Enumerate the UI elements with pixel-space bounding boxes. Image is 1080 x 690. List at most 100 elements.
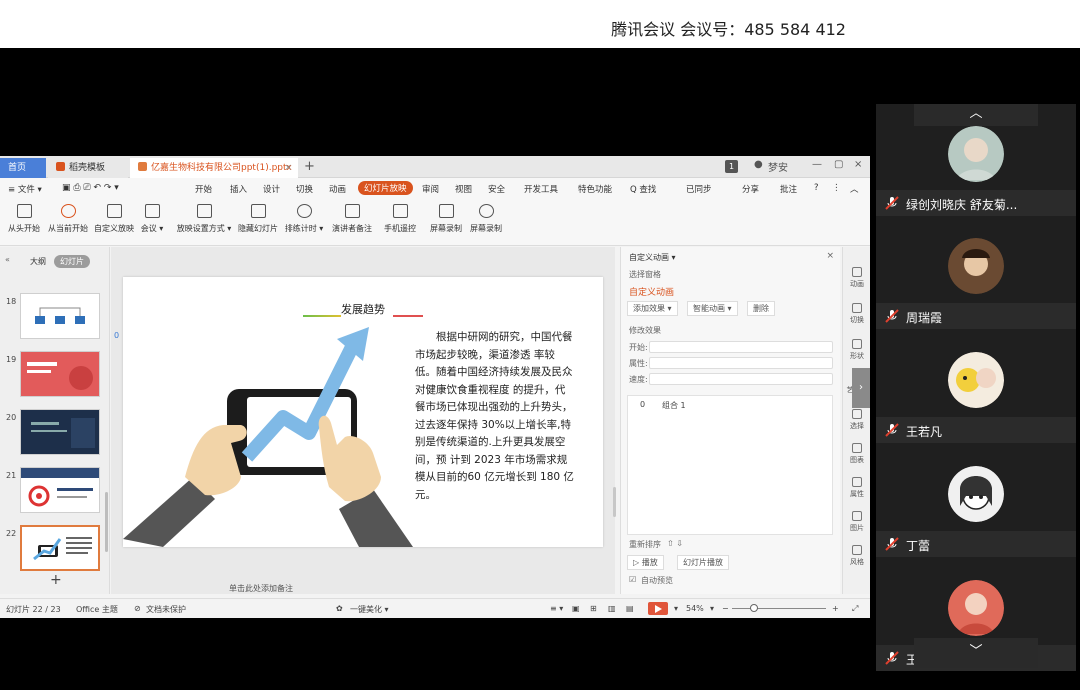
menu-slideshow[interactable]: 幻灯片放映 <box>358 181 413 195</box>
play-button[interactable]: ▷ 播放 <box>627 555 664 570</box>
beautify-button[interactable]: 一键美化 ▾ <box>350 604 389 615</box>
slide-thumbnail-18[interactable] <box>20 293 100 339</box>
meeting-title: 腾讯会议 会议号：485 584 412 <box>611 20 846 39</box>
slide-thumbnail-21[interactable] <box>20 467 100 513</box>
notes-placeholder[interactable]: 单击此处添加备注 <box>229 583 293 594</box>
menu-animation[interactable]: 动画 <box>329 183 346 195</box>
tab-slides[interactable]: 幻灯片 <box>54 255 90 268</box>
menu-design[interactable]: 设计 <box>263 183 280 195</box>
user-avatar-icon[interactable]: ● <box>754 159 763 170</box>
normal-view-icon[interactable]: ▣ <box>572 604 580 613</box>
side-animation[interactable]: 动画 <box>843 267 870 289</box>
zoom-level[interactable]: 54% <box>686 604 704 613</box>
comment-button[interactable]: 批注 <box>780 183 797 195</box>
tab-outline[interactable]: 大纲 <box>30 257 46 266</box>
select-pane-link[interactable]: 选择窗格 <box>629 269 661 280</box>
menu-review[interactable]: 审阅 <box>422 183 439 195</box>
add-slide-button[interactable]: + <box>50 572 62 588</box>
add-effect-button[interactable]: 添加效果 ▾ <box>627 301 678 316</box>
menu-security[interactable]: 安全 <box>488 183 505 195</box>
custom-show-icon <box>106 204 122 218</box>
save-icon[interactable]: ▣ ⎙ ⎚ ↶ ↷ ▾ <box>62 183 119 193</box>
slide-thumbnail-19[interactable] <box>20 351 100 397</box>
tab-home[interactable]: 首页 <box>0 158 46 178</box>
pane-close-icon[interactable]: × <box>826 251 834 261</box>
tab-docer[interactable]: 稻壳模板 <box>48 158 128 178</box>
menu-home[interactable]: 开始 <box>195 183 212 195</box>
start-select[interactable] <box>649 341 833 353</box>
reading-view-icon[interactable]: ▥ <box>608 604 616 613</box>
participant-card[interactable]: 王若凡 <box>876 332 1076 444</box>
chart-icon <box>852 443 862 453</box>
zoom-dropdown-icon[interactable]: ▾ <box>710 604 714 613</box>
zoom-slider-knob[interactable] <box>750 604 758 612</box>
slideshow-button[interactable]: 幻灯片播放 <box>677 555 729 570</box>
zoom-slider[interactable] <box>732 608 826 609</box>
tool-meeting[interactable]: 会议 ▾ <box>122 204 182 234</box>
tool-show-settings[interactable]: 放映设置方式 ▾ <box>174 204 234 234</box>
side-style[interactable]: 风格 <box>843 545 870 567</box>
restore-icon[interactable]: ▢ <box>834 159 843 170</box>
pane-title[interactable]: 自定义动画 ▾ <box>629 252 676 263</box>
menu-file[interactable]: ≡ 文件 ▾ <box>8 183 42 195</box>
move-up-icon[interactable]: ⇧ ⇩ <box>667 539 683 548</box>
tab-document[interactable]: 亿嘉生物科技有限公司ppt(1).pptx × <box>130 158 298 178</box>
play-dropdown-icon[interactable]: ▾ <box>674 604 678 613</box>
menu-search[interactable]: Q 查找 <box>630 183 656 195</box>
sync-status[interactable]: 已同步 <box>686 183 712 195</box>
participant-card[interactable]: 丁蕾 <box>876 446 1076 558</box>
tab-close-icon[interactable]: × <box>284 158 292 178</box>
slide-title[interactable]: 发展趋势 <box>341 301 385 317</box>
minimize-icon[interactable]: — <box>812 159 822 170</box>
collapse-ribbon-icon[interactable]: ︿ <box>850 183 859 195</box>
tool-screen-record-2[interactable]: 屏幕录制 <box>456 204 516 234</box>
reading-view-2-icon[interactable]: ▤ <box>626 604 634 613</box>
zoom-in-icon[interactable]: + <box>832 604 839 613</box>
side-expand-icon[interactable]: › <box>852 368 870 408</box>
slide-thumbnail-22[interactable] <box>20 525 100 571</box>
notes-icon <box>344 204 360 218</box>
user-name[interactable]: 梦安 <box>768 159 788 174</box>
window-close-icon[interactable]: × <box>854 159 862 170</box>
smart-animation-button[interactable]: 智能动画 ▾ <box>687 301 738 316</box>
side-select[interactable]: 选择 <box>843 409 870 431</box>
side-chart[interactable]: 图表 <box>843 443 870 465</box>
delete-effect-button[interactable]: 删除 <box>747 301 775 316</box>
help-icon[interactable]: ? <box>814 183 819 193</box>
participant-card[interactable]: 绿创刘晓庆 舒友菊... <box>876 104 1076 216</box>
participant-card[interactable]: 周瑞霞 <box>876 218 1076 330</box>
scroll-down-icon[interactable]: ﹀ <box>914 638 1038 668</box>
property-select[interactable] <box>649 357 833 369</box>
more-icon[interactable]: ⋮ <box>832 183 841 193</box>
collapse-panel-icon[interactable]: « <box>5 255 10 264</box>
menu-features[interactable]: 特色功能 <box>578 183 612 195</box>
menu-insert[interactable]: 插入 <box>230 183 247 195</box>
zoom-out-icon[interactable]: − <box>722 604 729 613</box>
pptx-icon <box>138 162 147 171</box>
new-tab-button[interactable]: + <box>304 158 315 176</box>
slide-body-text[interactable]: 根据中研网的研究，中国代餐市场起步较晚，渠道渗透 率较低。随着中国经济持续发展及… <box>415 329 575 504</box>
side-property[interactable]: 属性 <box>843 477 870 499</box>
side-shape[interactable]: 形状 <box>843 339 870 361</box>
meeting-icon <box>144 204 160 218</box>
current-slide[interactable]: 发展趋势 根据中研网的研究，中国代餐市场起步较晚，渠道渗透 率较低。随着中国经济… <box>123 277 603 547</box>
menu-transition[interactable]: 切换 <box>296 183 313 195</box>
menu-view[interactable]: 视图 <box>455 183 472 195</box>
slide-thumbnail-20[interactable] <box>20 409 100 455</box>
side-picture[interactable]: 图片 <box>843 511 870 533</box>
sorter-view-icon[interactable]: ⊞ <box>590 604 597 613</box>
fit-window-icon[interactable]: ⤢ <box>852 604 858 614</box>
play-slideshow-icon[interactable] <box>648 602 668 615</box>
animation-list[interactable]: 0 组合 1 <box>627 395 833 535</box>
speed-select[interactable] <box>649 373 833 385</box>
animation-item-name[interactable]: 组合 1 <box>662 400 686 411</box>
notes-toggle-icon[interactable]: ≡ ▾ <box>550 604 563 613</box>
menu-developer[interactable]: 开发工具 <box>524 183 558 195</box>
share-button[interactable]: 分享 <box>742 183 759 195</box>
thumb-scrollbar[interactable] <box>105 492 108 552</box>
doc-protect-status[interactable]: 文档未保护 <box>146 604 186 615</box>
side-transition[interactable]: 切换 <box>843 303 870 325</box>
autopreview-checkbox[interactable]: ☑ <box>629 575 636 584</box>
animation-marker[interactable]: 0 <box>114 331 119 340</box>
canvas-scrollbar[interactable] <box>613 487 616 517</box>
